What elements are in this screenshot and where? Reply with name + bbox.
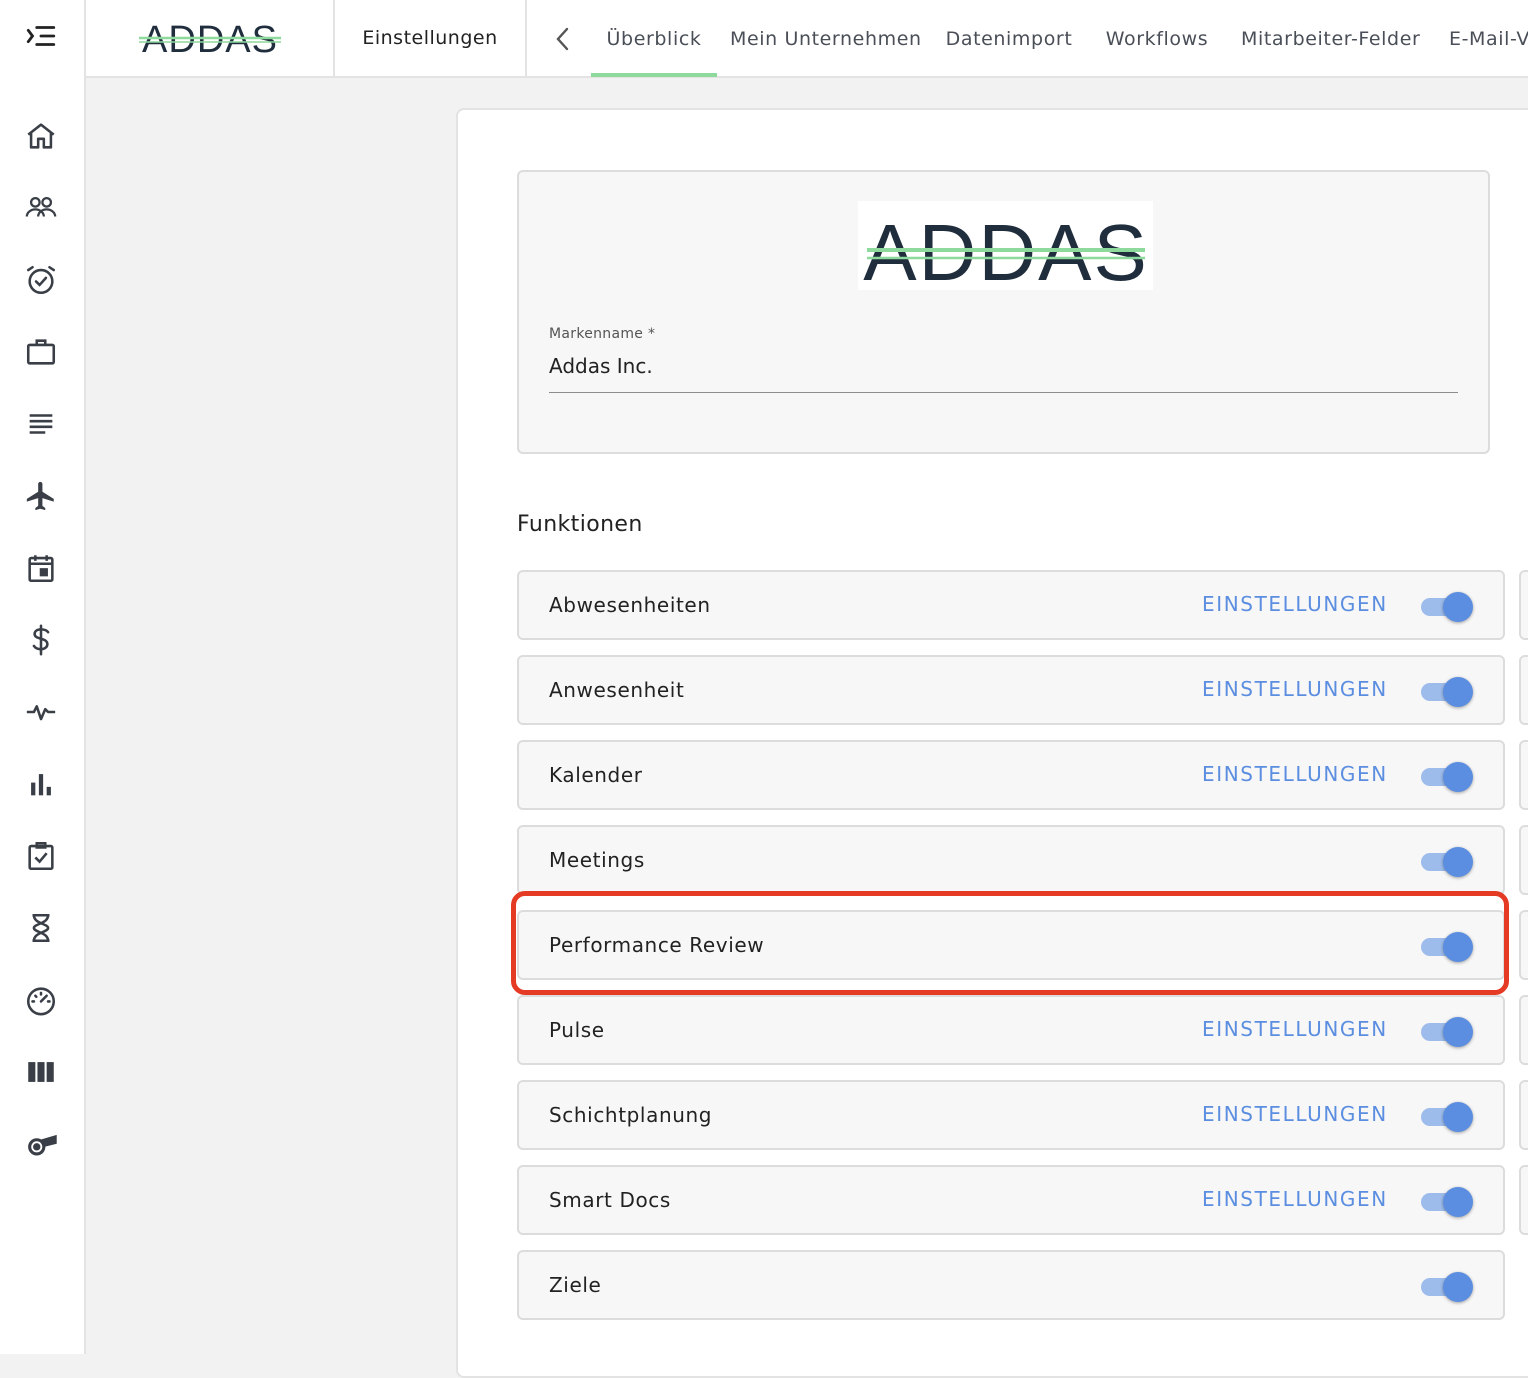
tab-workflows[interactable]: Workflows: [1101, 0, 1213, 76]
columns-icon[interactable]: [21, 1052, 61, 1092]
company-logo[interactable]: ADDAS: [86, 0, 335, 76]
feature-toggle[interactable]: [1419, 930, 1475, 962]
brand-name-input[interactable]: Addas Inc.: [549, 354, 653, 378]
feature-row-abwesenheiten: Abwesenheiten EINSTELLUNGEN: [517, 570, 1505, 640]
tab-email[interactable]: E-Mail-V: [1449, 0, 1528, 76]
feature-toggle[interactable]: [1419, 760, 1475, 792]
feature-row-meetings: Meetings: [517, 825, 1505, 895]
menu-collapse-icon[interactable]: [21, 16, 61, 56]
feature-name: Ziele: [549, 1273, 602, 1297]
feature-toggle[interactable]: [1419, 1185, 1475, 1217]
adjacent-card-edge: [1519, 1080, 1528, 1150]
feature-name: Meetings: [549, 848, 645, 872]
feature-toggle[interactable]: [1419, 845, 1475, 877]
feature-name: Anwesenheit: [549, 678, 685, 702]
addas-logo-graphic: ADDAS: [138, 19, 281, 60]
feature-row-anwesenheit: Anwesenheit EINSTELLUNGEN: [517, 655, 1505, 725]
tab-datenimport[interactable]: Datenimport: [945, 0, 1073, 76]
feature-settings-button[interactable]: EINSTELLUNGEN: [1202, 742, 1388, 806]
feature-name: Pulse: [549, 1018, 605, 1042]
home-icon[interactable]: [21, 116, 61, 156]
adjacent-card-edge: [1519, 1165, 1528, 1235]
adjacent-card-edge: [1519, 910, 1528, 980]
tabs-back-chevron-icon[interactable]: [548, 22, 578, 56]
tab-mein-unternehmen[interactable]: Mein Unternehmen: [730, 0, 921, 76]
feature-settings-button[interactable]: EINSTELLUNGEN: [1202, 657, 1388, 721]
adjacent-card-edge: [1519, 740, 1528, 810]
feature-settings-button[interactable]: EINSTELLUNGEN: [1202, 997, 1388, 1061]
feature-row-schichtplanung: Schichtplanung EINSTELLUNGEN: [517, 1080, 1505, 1150]
alarm-clock-icon[interactable]: [21, 260, 61, 300]
speedometer-icon[interactable]: [21, 980, 61, 1020]
svg-text:ADDAS: ADDAS: [142, 19, 278, 60]
brand-name-underline: [549, 392, 1458, 393]
feature-name: Schichtplanung: [549, 1103, 713, 1127]
svg-text:ADDAS: ADDAS: [863, 208, 1149, 286]
tab-ueberblick[interactable]: Überblick: [591, 0, 717, 77]
whistle-icon[interactable]: [21, 1124, 61, 1164]
feature-row-smart-docs: Smart Docs EINSTELLUNGEN: [517, 1165, 1505, 1235]
feature-name: Abwesenheiten: [549, 593, 711, 617]
brand-logo[interactable]: ADDAS: [858, 201, 1153, 290]
checklist-icon[interactable]: [21, 836, 61, 876]
feature-row-kalender: Kalender EINSTELLUNGEN: [517, 740, 1505, 810]
features-title: Funktionen: [517, 512, 643, 537]
brand-logo-graphic: ADDAS: [863, 208, 1149, 286]
brand-name-label: Markenname *: [549, 326, 656, 342]
feature-toggle[interactable]: [1419, 1100, 1475, 1132]
feature-row-ziele: Ziele: [517, 1250, 1505, 1320]
feature-name: Performance Review: [549, 933, 765, 957]
feature-settings-button[interactable]: EINSTELLUNGEN: [1202, 1167, 1388, 1231]
feature-name: Kalender: [549, 763, 643, 787]
feature-settings-button[interactable]: EINSTELLUNGEN: [1202, 572, 1388, 636]
feature-row-pulse: Pulse EINSTELLUNGEN: [517, 995, 1505, 1065]
calendar-icon[interactable]: [21, 548, 61, 588]
hourglass-icon[interactable]: [21, 908, 61, 948]
airplane-icon[interactable]: [21, 476, 61, 516]
feature-toggle[interactable]: [1419, 1270, 1475, 1302]
sidebar-rail: [0, 0, 86, 1354]
bar-chart-icon[interactable]: [21, 764, 61, 804]
feature-row-performance-review: Performance Review: [517, 910, 1505, 980]
feature-toggle[interactable]: [1419, 590, 1475, 622]
adjacent-card-edge: [1519, 995, 1528, 1065]
feature-name: Smart Docs: [549, 1188, 671, 1212]
top-bar: ADDAS Einstellungen Überblick Mein Unter…: [86, 0, 1528, 78]
dollar-icon[interactable]: [21, 620, 61, 660]
feature-settings-button[interactable]: EINSTELLUNGEN: [1202, 1082, 1388, 1146]
list-icon[interactable]: [21, 404, 61, 444]
pulse-icon[interactable]: [21, 692, 61, 732]
people-icon[interactable]: [21, 188, 61, 228]
briefcase-icon[interactable]: [21, 332, 61, 372]
adjacent-card-edge: [1519, 655, 1528, 725]
adjacent-card-edge: [1519, 825, 1528, 895]
section-title: Einstellungen: [335, 0, 527, 76]
feature-toggle[interactable]: [1419, 1015, 1475, 1047]
adjacent-card-edge: [1519, 570, 1528, 640]
feature-toggle[interactable]: [1419, 675, 1475, 707]
tab-mitarbeiter-felder[interactable]: Mitarbeiter-Felder: [1241, 0, 1420, 76]
